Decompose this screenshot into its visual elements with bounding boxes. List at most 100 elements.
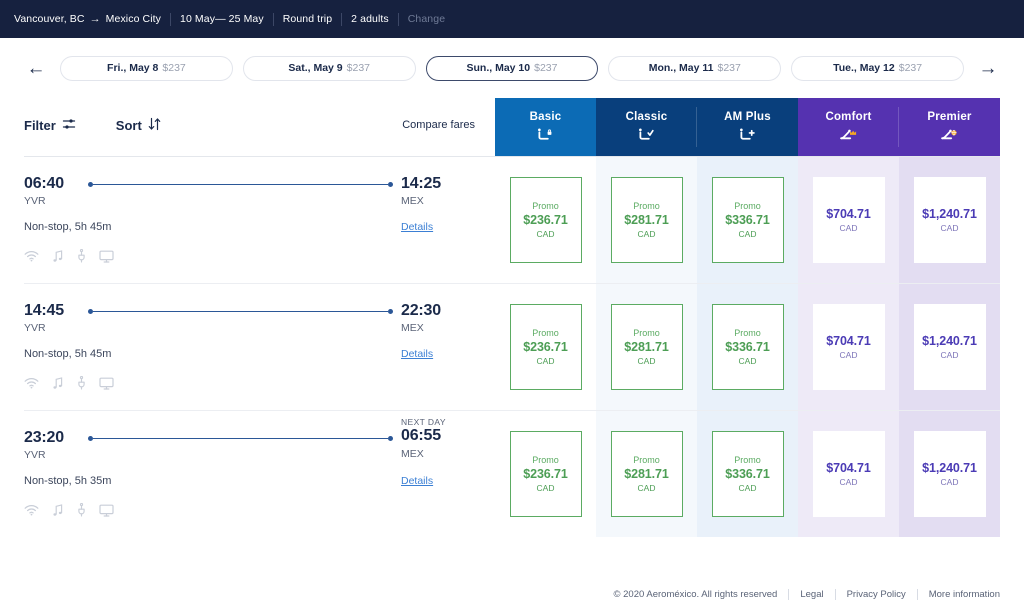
fare-price-card[interactable]: Promo $236.71 CAD: [509, 431, 582, 517]
fare-currency: CAD: [536, 356, 555, 366]
flight-times: 14:45 YVR 22:30 MEX: [24, 302, 475, 334]
fare-price-card[interactable]: $1,240.71 CAD: [913, 431, 986, 517]
fare-cell-basic: Promo $236.71 CAD: [495, 284, 596, 410]
copyright-text: © 2020 Aeroméxico. All rights reserved: [613, 588, 778, 600]
fare-cells: Promo $236.71 CAD Promo $281.71 CAD Promo $336.…: [495, 284, 1000, 410]
fare-price-card[interactable]: $704.71 CAD: [812, 177, 885, 263]
destination-dot-icon: [388, 182, 393, 187]
details-link[interactable]: Details: [401, 475, 475, 487]
filter-button[interactable]: Filter: [24, 117, 76, 134]
date-pill-selected[interactable]: Sun., May 10 $237: [425, 55, 599, 81]
departure-airport-code: YVR: [24, 449, 46, 462]
fare-grid: Filter Sort Compare fares Basic Classic …: [24, 98, 1000, 537]
date-pill-price: $237: [346, 62, 371, 74]
wifi-icon: [24, 377, 39, 389]
sort-arrows-icon: [148, 117, 161, 134]
fare-price-card[interactable]: Promo $281.71 CAD: [610, 304, 683, 390]
footer-link-privacy-policy[interactable]: Privacy Policy: [847, 589, 906, 600]
fare-price-card[interactable]: $704.71 CAD: [812, 304, 885, 390]
arrival-block: 22:30 MEX: [401, 302, 475, 334]
previous-dates-button[interactable]: ←: [16, 59, 56, 78]
date-pill[interactable]: Mon., May 11 $237: [608, 55, 782, 81]
power-outlet-icon: [77, 503, 86, 517]
date-pill-label: Sat., May 9: [288, 62, 343, 74]
fare-class-header-am-plus[interactable]: AM Plus: [697, 98, 798, 156]
origin-label: Vancouver, BC: [14, 13, 85, 25]
fare-class-header-premier[interactable]: Premier: [899, 98, 1000, 156]
fare-class-header-comfort[interactable]: Comfort: [798, 98, 899, 156]
music-icon: [52, 250, 64, 263]
fare-price-card[interactable]: Promo $336.71 CAD: [711, 304, 784, 390]
footer-link-more-information[interactable]: More information: [929, 589, 1000, 600]
fare-currency: CAD: [940, 350, 959, 360]
date-pill[interactable]: Sat., May 9 $237: [242, 55, 416, 81]
departure-airport-code: YVR: [24, 195, 46, 208]
fare-price: $704.71: [826, 207, 871, 221]
fare-currency: CAD: [839, 350, 858, 360]
fare-cell-premier: $1,240.71 CAD: [899, 157, 1000, 283]
fare-currency: CAD: [738, 356, 757, 366]
fare-cells: Promo $236.71 CAD Promo $281.71 CAD Promo $336.…: [495, 411, 1000, 537]
fare-cell-basic: Promo $236.71 CAD: [495, 411, 596, 537]
date-pill[interactable]: Fri., May 8 $237: [60, 55, 233, 81]
details-link[interactable]: Details: [401, 221, 475, 233]
fare-cell-classic: Promo $281.71 CAD: [596, 411, 697, 537]
fare-price-card[interactable]: $1,240.71 CAD: [913, 177, 986, 263]
path-line: [93, 310, 388, 313]
next-day-label: NEXT DAY: [401, 417, 446, 427]
date-pill-price: $237: [898, 62, 923, 74]
fare-class-header-basic[interactable]: Basic: [495, 98, 596, 156]
date-selector-bar: ← Fri., May 8 $237 Sat., May 9 $237 Sun., Ma…: [0, 38, 1024, 98]
arrival-block: NEXT DAY 06:55 MEX: [401, 417, 475, 460]
departure-block: 23:20 YVR: [24, 429, 80, 461]
fare-price: $281.71: [624, 340, 669, 354]
fare-price-card[interactable]: $1,240.71 CAD: [913, 304, 986, 390]
screen-icon: [99, 377, 114, 390]
fare-cell-am-plus: Promo $336.71 CAD: [697, 284, 798, 410]
fare-price: $236.71: [523, 213, 568, 227]
power-outlet-icon: [77, 376, 86, 390]
destination-dot-icon: [388, 309, 393, 314]
screen-icon: [99, 504, 114, 517]
results-content: Filter Sort Compare fares Basic Classic …: [0, 98, 1024, 537]
fare-price-card[interactable]: Promo $336.71 CAD: [711, 431, 784, 517]
fare-price: $281.71: [624, 213, 669, 227]
fare-cell-premier: $1,240.71 CAD: [899, 411, 1000, 537]
filter-label: Filter: [24, 117, 56, 133]
fare-price-card[interactable]: Promo $236.71 CAD: [509, 177, 582, 263]
fare-price-card[interactable]: Promo $336.71 CAD: [711, 177, 784, 263]
fare-currency: CAD: [940, 477, 959, 487]
sort-button[interactable]: Sort: [116, 117, 161, 134]
next-dates-button[interactable]: →: [968, 59, 1008, 78]
fare-class-label: AM Plus: [724, 111, 771, 123]
fare-price: $281.71: [624, 467, 669, 481]
duration-label: Non-stop, 5h 45m: [24, 348, 112, 361]
details-link[interactable]: Details: [401, 348, 475, 360]
sliders-icon: [62, 117, 76, 134]
promo-tag: Promo: [734, 455, 761, 465]
flight-meta: Non-stop, 5h 45m Details: [24, 221, 475, 233]
fare-currency: CAD: [536, 229, 555, 239]
fare-class-label: Basic: [529, 111, 562, 123]
departure-time: 14:45: [24, 302, 64, 319]
change-search-button[interactable]: Change: [408, 13, 445, 25]
divider: [170, 12, 172, 26]
fare-price: $336.71: [725, 467, 770, 481]
footer-link-legal[interactable]: Legal: [800, 589, 823, 600]
compare-fares-button[interactable]: Compare fares: [402, 119, 475, 131]
flight-meta: Non-stop, 5h 45m Details: [24, 348, 475, 360]
date-pill[interactable]: Tue., May 12 $237: [791, 55, 964, 81]
fare-cell-comfort: $704.71 CAD: [798, 411, 899, 537]
music-icon: [52, 504, 64, 517]
fare-price-card[interactable]: Promo $281.71 CAD: [610, 431, 683, 517]
arrival-time: 06:55: [401, 427, 441, 445]
fare-price-card[interactable]: $704.71 CAD: [812, 431, 885, 517]
arrival-airport-code: MEX: [401, 195, 424, 208]
fare-price-card[interactable]: Promo $236.71 CAD: [509, 304, 582, 390]
arrival-time: 22:30: [401, 302, 441, 319]
date-pill-label: Mon., May 11: [648, 62, 714, 74]
wifi-icon: [24, 250, 39, 262]
fare-price-card[interactable]: Promo $281.71 CAD: [610, 177, 683, 263]
fare-class-header-classic[interactable]: Classic: [596, 98, 697, 156]
fare-class-label: Comfort: [825, 111, 872, 123]
